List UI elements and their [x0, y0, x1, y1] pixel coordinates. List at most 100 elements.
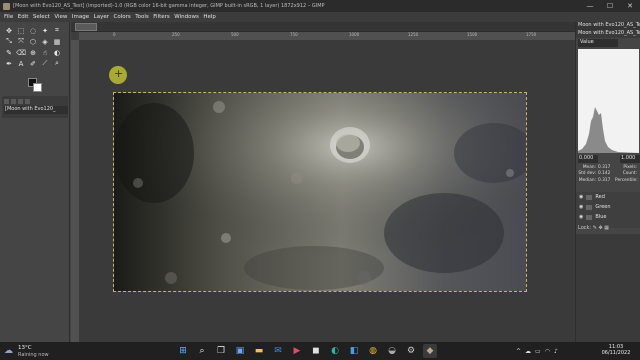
- mail-icon[interactable]: ✉: [271, 344, 285, 358]
- menu-colors[interactable]: Colors: [113, 14, 130, 20]
- menu-image[interactable]: Image: [72, 14, 89, 20]
- ruler-tick-label: 0: [113, 32, 116, 37]
- fg-bg-colors[interactable]: [28, 78, 42, 92]
- edge-browser-icon[interactable]: ◐: [328, 344, 342, 358]
- move-icon[interactable]: ✥: [3, 25, 15, 36]
- channel-red[interactable]: ◉ Red: [576, 192, 640, 202]
- dock-tab-icon[interactable]: [25, 99, 30, 104]
- channel-green[interactable]: ◉ Green: [576, 202, 640, 212]
- images-dock: [Moon with Evo120_: [2, 96, 68, 118]
- system-clock[interactable]: 11:03 06/11/2022: [596, 344, 636, 358]
- crop-icon[interactable]: ⌗: [51, 25, 63, 36]
- visibility-eye-icon[interactable]: ◉: [579, 214, 583, 220]
- start-windows-icon[interactable]: ⊞: [176, 344, 190, 358]
- taskbar-apps: ⊞ ⌕ ❐ ▣ ▬ ✉ ▶ ◼ ◐ ◧ ◍ ◒ ⚙ ◆: [176, 344, 437, 358]
- wifi-icon[interactable]: ◠: [545, 348, 550, 355]
- ruler-tick-label: 1250: [408, 32, 419, 37]
- moon-image-layer[interactable]: [113, 92, 527, 292]
- histogram-plot[interactable]: [578, 49, 639, 153]
- visibility-eye-icon[interactable]: ◉: [579, 204, 583, 210]
- menu-file[interactable]: File: [4, 14, 13, 20]
- image-viewport[interactable]: [79, 40, 575, 342]
- layers-list-area[interactable]: [576, 234, 640, 342]
- stat-value: 0.142: [598, 171, 611, 177]
- ruler-tick-label: 1750: [526, 32, 537, 37]
- histogram-channel-select[interactable]: Value: [578, 39, 618, 47]
- battery-icon[interactable]: ▭: [535, 348, 541, 355]
- gimp-taskbar-icon[interactable]: ◆: [423, 344, 437, 358]
- tray-overflow-chevron-icon[interactable]: ^: [516, 348, 521, 355]
- image-tab-thumbnail[interactable]: [75, 23, 97, 31]
- rect-select-icon[interactable]: ⬚: [15, 25, 27, 36]
- menu-bar: File Edit Select View Image Layer Colors…: [0, 12, 640, 22]
- stat-label: Median:: [578, 177, 596, 183]
- dock-tab-icon[interactable]: [11, 99, 16, 104]
- vertical-ruler[interactable]: [71, 40, 79, 342]
- menu-view[interactable]: View: [54, 14, 67, 20]
- ruler-tick-label: 1500: [467, 32, 478, 37]
- paintbrush-icon[interactable]: ✎: [3, 47, 15, 58]
- fuzzy-select-icon[interactable]: ✦: [39, 25, 51, 36]
- rain-cloud-icon: ☁: [4, 346, 13, 356]
- menu-edit[interactable]: Edit: [18, 14, 29, 20]
- measure-icon[interactable]: ⟋: [39, 58, 51, 69]
- clone-icon[interactable]: ⊕: [27, 47, 39, 58]
- range-high-input[interactable]: 1.000: [620, 155, 640, 163]
- close-button[interactable]: ✕: [620, 0, 640, 12]
- store-icon[interactable]: ◧: [347, 344, 361, 358]
- menu-tools[interactable]: Tools: [135, 14, 149, 20]
- eraser-icon[interactable]: ⌫: [15, 47, 27, 58]
- widgets-icon[interactable]: ▣: [233, 344, 247, 358]
- volume-icon[interactable]: ♪: [554, 348, 558, 355]
- path-icon[interactable]: ✒: [3, 58, 15, 69]
- media-app-icon[interactable]: ▶: [290, 344, 304, 358]
- app-icon[interactable]: ◼: [309, 344, 323, 358]
- settings-gear-icon[interactable]: ⚙: [404, 344, 418, 358]
- gimp-window: [Moon with Evo120_AS_Test] (imported)-1.…: [0, 0, 640, 342]
- horizontal-ruler[interactable]: 0 250 500 750 1000 1250 1500 1750: [79, 32, 575, 40]
- chrome-icon[interactable]: ◍: [366, 344, 380, 358]
- minimize-button[interactable]: —: [580, 0, 600, 12]
- channel-blue[interactable]: ◉ Blue: [576, 212, 640, 222]
- bucket-icon[interactable]: ◈: [39, 36, 51, 47]
- ruler-tick-label: 500: [231, 32, 239, 37]
- visibility-eye-icon[interactable]: ◉: [579, 194, 583, 200]
- camera-app-icon[interactable]: ◒: [385, 344, 399, 358]
- lock-pixels-icon[interactable]: ✎ ✥ ▦: [593, 225, 609, 231]
- channel-label: Blue: [595, 214, 607, 220]
- transform-icon[interactable]: ⤡: [3, 36, 15, 47]
- dock-image-title: Moon with Evo120_AS_Test: [576, 22, 640, 30]
- stat-value: 0.317: [598, 164, 611, 170]
- right-dock: Moon with Evo120_AS_Test Moon with Evo12…: [575, 22, 640, 342]
- smudge-icon[interactable]: ☝: [39, 47, 51, 58]
- file-explorer-icon[interactable]: ▬: [252, 344, 266, 358]
- image-list-entry[interactable]: [Moon with Evo120_: [4, 106, 68, 114]
- background-color-swatch[interactable]: [33, 83, 42, 92]
- text-icon[interactable]: A: [15, 58, 27, 69]
- warp-icon[interactable]: ⤧: [15, 36, 27, 47]
- lasso-icon[interactable]: ◌: [27, 25, 39, 36]
- menu-windows[interactable]: Windows: [174, 14, 199, 20]
- search-icon[interactable]: ⌕: [195, 344, 209, 358]
- channel-thumbnail: [586, 214, 593, 220]
- dock-tab-icon[interactable]: [18, 99, 23, 104]
- stat-value: 0.317: [598, 177, 611, 183]
- color-picker-icon[interactable]: ✐: [27, 58, 39, 69]
- weather-widget[interactable]: ☁ 13°C Raining now: [4, 343, 74, 359]
- maximize-button[interactable]: ☐: [600, 0, 620, 12]
- task-view-icon[interactable]: ❐: [214, 344, 228, 358]
- gradient-icon[interactable]: ▦: [51, 36, 63, 47]
- menu-select[interactable]: Select: [33, 14, 50, 20]
- dodge-icon[interactable]: ◐: [51, 47, 63, 58]
- stat-label: Mean:: [582, 164, 596, 170]
- zoom-icon[interactable]: ⌕: [51, 58, 63, 69]
- clock-date: 06/11/2022: [601, 350, 631, 356]
- range-low-input[interactable]: 0.000: [578, 155, 598, 163]
- cage-icon[interactable]: ⬡: [27, 36, 39, 47]
- menu-help[interactable]: Help: [203, 14, 216, 20]
- window-title: [Moon with Evo120_AS_Test] (imported)-1.…: [13, 3, 325, 9]
- menu-layer[interactable]: Layer: [94, 14, 109, 20]
- menu-filters[interactable]: Filters: [153, 14, 170, 20]
- onedrive-cloud-icon[interactable]: ☁: [525, 348, 531, 355]
- dock-tab-icon[interactable]: [4, 99, 9, 104]
